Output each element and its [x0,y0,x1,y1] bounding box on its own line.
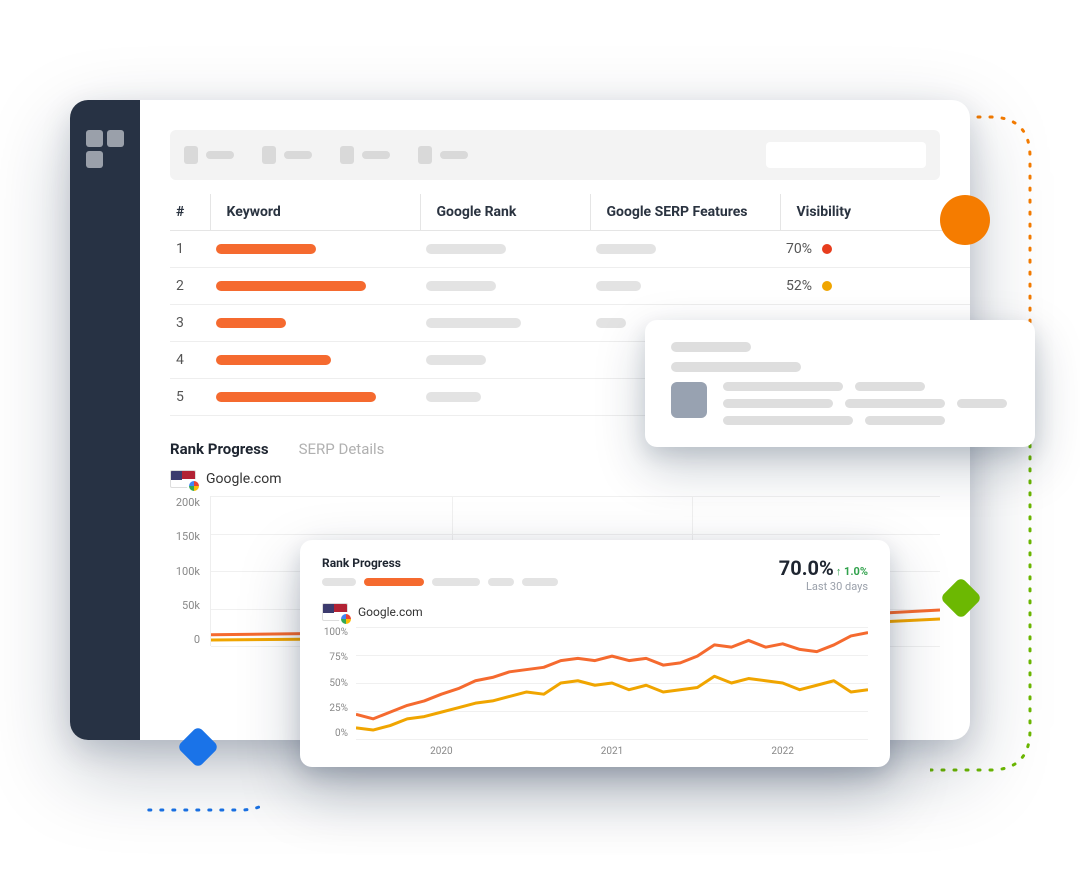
rank-card-chips [322,578,558,586]
rank-card-engine: Google.com [322,603,868,621]
col-index[interactable]: # [170,194,210,231]
search-engine-label: Google.com [170,470,940,488]
search-input-skeleton[interactable] [766,142,926,168]
col-keyword[interactable]: Keyword [210,194,420,231]
rank-card-chart: 100% 75% 50% 25% 0% 2020 2021 2022 [322,627,868,757]
rank-card-metric: 70.0%1.0% Last 30 days [779,556,868,593]
google-icon [339,612,353,626]
visibility-dot-icon [822,281,832,291]
col-serp[interactable]: Google SERP Features [590,194,780,231]
serp-popover-card [645,320,1035,447]
rank-progress-card: Rank Progress 70.0%1.0% Last 30 days Goo… [300,540,890,767]
visibility-value: 52% [786,278,812,294]
col-rank[interactable]: Google Rank [420,194,590,231]
decoration-orange-circle [940,195,990,245]
toolbar-skeleton [170,130,940,180]
tab-serp-details[interactable]: SERP Details [299,440,385,458]
visibility-value: 70% [786,241,812,257]
table-row[interactable]: 2 52% [170,268,970,305]
table-row[interactable]: 1 70% [170,231,970,268]
tab-rank-progress[interactable]: Rank Progress [170,440,269,458]
visibility-dot-icon [822,244,832,254]
chip-active[interactable] [364,578,424,586]
google-icon [187,479,201,493]
rank-card-title: Rank Progress [322,556,558,570]
sidebar-nav-icon[interactable] [86,130,124,168]
serp-thumb-icon [671,382,707,418]
chart-lines [356,627,868,739]
sidebar [70,100,140,740]
